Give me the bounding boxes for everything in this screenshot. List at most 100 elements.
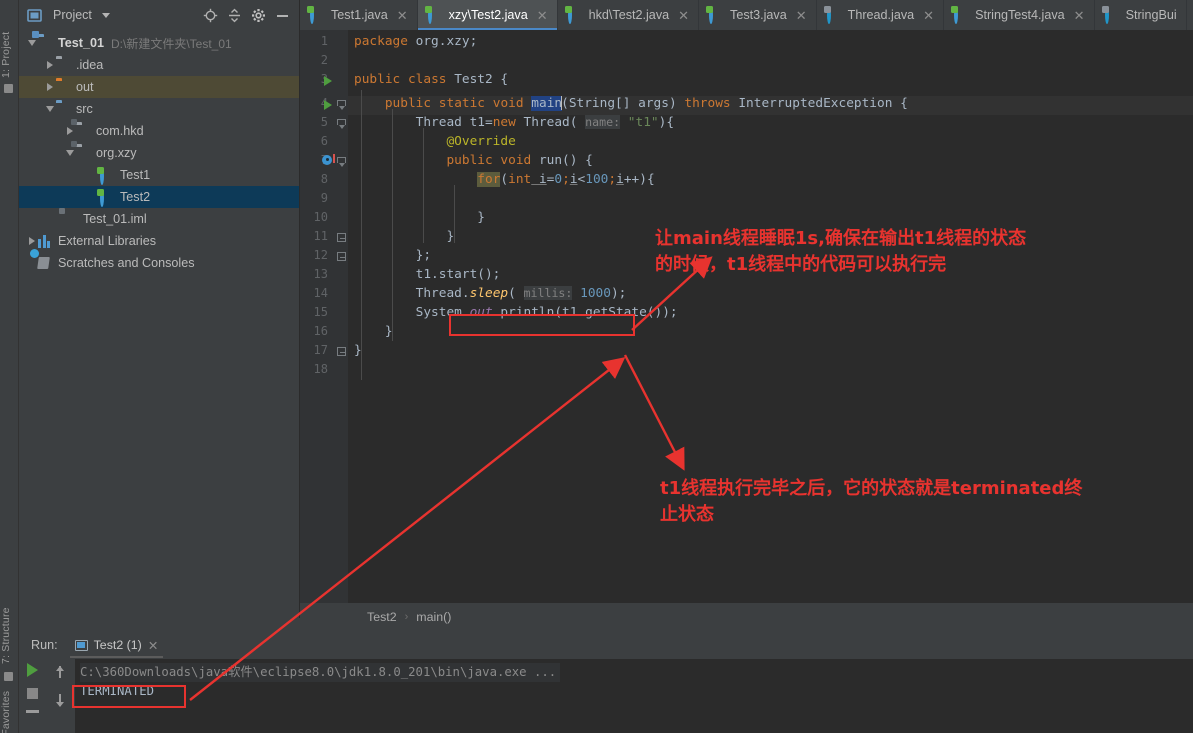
close-icon[interactable]: ✕ [796, 9, 807, 22]
code-line-4: public static void main(String[] args) t… [384, 96, 908, 111]
scratches-icon [38, 256, 53, 271]
console-command-line: C:\360Downloads\java软件\eclipse8.0\jdk1.8… [80, 663, 561, 682]
tool-window-divider-bottom [4, 672, 13, 681]
breadcrumb-method[interactable]: main() [416, 610, 451, 624]
code-line-14: Thread.sleep( millis: 1000); [415, 286, 627, 301]
tree-node-label: Test_01.iml [83, 212, 147, 226]
run-label: Run: [31, 638, 58, 652]
module-folder-icon [32, 30, 53, 51]
tree-node-label: src [76, 102, 93, 116]
close-icon[interactable]: ✕ [397, 9, 408, 22]
tool-window-button-favorites[interactable]: 2: Favorites [0, 688, 19, 733]
tree-node-label: Test_01 [58, 36, 104, 50]
project-panel-title: Project [53, 8, 92, 22]
line-number: 16 [313, 324, 328, 338]
fold-marker-icon[interactable] [337, 100, 346, 111]
stop-icon[interactable] [26, 688, 38, 699]
console-output-line: TERMINATED [80, 684, 155, 698]
java-library-class-icon [1104, 5, 1120, 24]
editor-tab-test1[interactable]: Test1.java ✕ [300, 0, 418, 30]
editor-tab-hkd-test2[interactable]: hkd\Test2.java ✕ [558, 0, 700, 30]
code-line-7: public void run() { [446, 153, 593, 168]
code-line-16: } [384, 324, 393, 339]
tab-label: Test1.java [331, 8, 388, 22]
occurrence-highlight-for: for [477, 172, 501, 187]
project-tree: Test_01 D:\新建文件夹\Test_01 .idea out src c… [19, 30, 299, 274]
run-class-gutter-icon[interactable] [324, 76, 332, 86]
tree-node-label: External Libraries [58, 234, 156, 248]
java-class-icon [100, 166, 115, 185]
fold-marker-icon[interactable] [337, 347, 346, 358]
chevron-down-icon[interactable] [101, 12, 110, 18]
annotation-note-terminated: t1线程执行完毕之后，它的状态就是terminated终 止状态 [660, 478, 1083, 526]
close-icon[interactable]: ✕ [923, 9, 934, 22]
code-line-10: } [477, 210, 485, 225]
close-icon[interactable]: ✕ [148, 638, 158, 653]
code-line-15: System.out.println(t1.getState()); [415, 305, 678, 320]
package-icon [71, 140, 91, 161]
tree-node-idea[interactable]: .idea [19, 54, 299, 76]
java-class-icon [427, 5, 443, 24]
expand-arrow-icon[interactable] [43, 76, 56, 98]
editor-tab-thread[interactable]: Thread.java ✕ [817, 0, 945, 30]
close-icon[interactable]: ✕ [678, 9, 689, 22]
expand-arrow-icon[interactable] [43, 98, 56, 120]
java-class-icon [310, 5, 325, 24]
fold-marker-icon[interactable] [337, 119, 346, 130]
tree-node-com-hkd[interactable]: com.hkd [19, 118, 299, 142]
tree-node-test_01[interactable]: Test_01 D:\新建文件夹\Test_01 [19, 30, 299, 54]
tree-node-label: Test1 [120, 168, 151, 182]
tab-label: hkd\Test2.java [588, 8, 670, 22]
scroll-up-icon[interactable] [54, 665, 66, 679]
editor-gutter[interactable]: 1 2 3 4 5 6 7 8 9 10 11 12 13 14 15 16 1… [300, 30, 348, 603]
soft-wrap-icon[interactable] [25, 710, 39, 713]
parameter-hint: millis: [523, 286, 573, 300]
line-number: 6 [320, 134, 328, 148]
tab-label: xzy\Test2.java [448, 8, 528, 22]
tool-window-button-structure[interactable]: 7: Structure [0, 580, 19, 664]
tree-node-scratches-and-consoles[interactable]: Scratches and Consoles [19, 252, 299, 274]
run-panel-header: Run: Test2 (1) ✕ [19, 631, 1193, 659]
override-method-gutter-icon[interactable] [322, 154, 335, 166]
left-tool-strip: 1: Project 7: Structure 2: Favorites [0, 0, 19, 733]
tree-node-test1[interactable]: Test1 [19, 164, 299, 186]
editor-tab-stringtest4[interactable]: StringTest4.java ✕ [944, 0, 1095, 30]
minimize-icon[interactable] [275, 8, 290, 23]
tool-window-button-project[interactable]: 1: Project [0, 2, 19, 78]
tree-node-label: .idea [76, 58, 104, 72]
java-class-icon [100, 188, 115, 207]
editor-tab-test3[interactable]: Test3.java ✕ [699, 0, 817, 30]
line-number: 2 [320, 53, 328, 67]
folder-blue-icon [56, 102, 71, 117]
close-icon[interactable]: ✕ [537, 9, 548, 22]
console-output[interactable]: C:\360Downloads\java软件\eclipse8.0\jdk1.8… [75, 659, 1193, 733]
scroll-down-icon[interactable] [54, 693, 66, 707]
iml-file-icon [63, 212, 78, 227]
tree-node-org-xzy[interactable]: org.xzy [19, 140, 299, 164]
tree-node-out[interactable]: out [19, 76, 299, 98]
code-line-8: for(int i=0;i<100;i++){ [477, 172, 655, 187]
breadcrumb-class[interactable]: Test2 [367, 610, 397, 624]
line-number: 13 [313, 267, 328, 281]
tree-node-external-libraries[interactable]: External Libraries [19, 230, 299, 252]
tree-node-src[interactable]: src [19, 98, 299, 120]
fold-marker-icon[interactable] [337, 157, 346, 168]
rerun-icon[interactable] [26, 663, 38, 677]
run-method-gutter-icon[interactable] [324, 100, 332, 110]
locate-icon[interactable] [203, 8, 218, 23]
run-configuration-tab[interactable]: Test2 (1) ✕ [68, 632, 166, 658]
tree-node-test_01-iml[interactable]: Test_01.iml [19, 208, 299, 230]
java-class-icon [567, 5, 583, 24]
close-icon[interactable]: ✕ [1074, 9, 1085, 22]
editor-tab-xzy-test2[interactable]: xzy\Test2.java ✕ [417, 0, 558, 30]
code-line-3: public class Test2 { [354, 72, 509, 87]
fold-marker-icon[interactable] [337, 233, 346, 244]
line-number: 9 [320, 191, 328, 205]
collapse-all-icon[interactable] [227, 8, 242, 23]
tree-node-test2[interactable]: Test2 [19, 186, 299, 208]
expand-arrow-icon[interactable] [43, 54, 56, 76]
fold-marker-icon[interactable] [337, 252, 346, 263]
tool-window-divider-top [4, 84, 13, 93]
settings-gear-icon[interactable] [251, 8, 266, 23]
editor-tab-stringbuilder[interactable]: StringBui [1095, 0, 1187, 30]
